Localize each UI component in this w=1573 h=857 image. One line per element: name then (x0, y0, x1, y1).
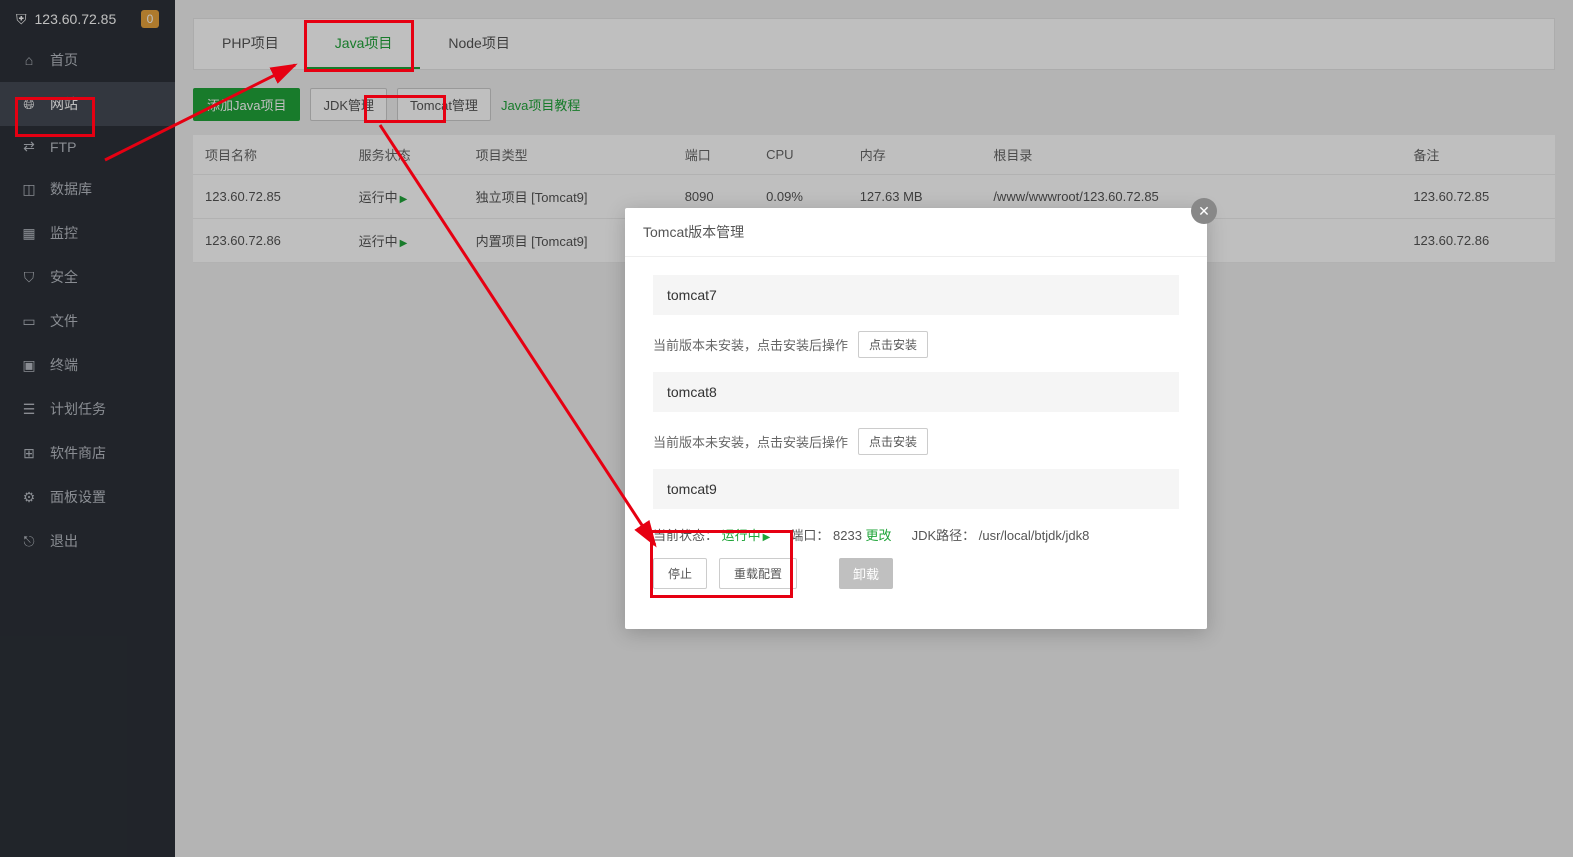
tomcat7-block: tomcat7 当前版本未安装，点击安装后操作 点击安装 (653, 275, 1179, 358)
version-title: tomcat9 (653, 469, 1179, 509)
modal-body: tomcat7 当前版本未安装，点击安装后操作 点击安装 tomcat8 当前版… (625, 257, 1207, 629)
reload-button[interactable]: 重载配置 (719, 558, 797, 589)
install-button[interactable]: 点击安装 (858, 331, 928, 358)
version-title: tomcat7 (653, 275, 1179, 315)
version-title: tomcat8 (653, 372, 1179, 412)
status-value: 运行中▶ (722, 528, 771, 543)
uninstall-button[interactable]: 卸载 (839, 558, 893, 589)
status-group: 当前状态： 运行中▶ (653, 525, 770, 544)
stop-button[interactable]: 停止 (653, 558, 707, 589)
port-group: 端口： 8233 更改 (790, 525, 891, 544)
jdk-group: JDK路径： /usr/local/btjdk/jdk8 (912, 525, 1090, 544)
modal-close-button[interactable]: ✕ (1191, 198, 1217, 224)
install-button[interactable]: 点击安装 (858, 428, 928, 455)
change-port-link[interactable]: 更改 (866, 528, 892, 543)
close-icon: ✕ (1198, 203, 1210, 220)
tomcat9-block: tomcat9 当前状态： 运行中▶ 端口： 8233 更改 JDK路径： /u… (653, 469, 1179, 589)
install-msg: 当前版本未安装，点击安装后操作 (653, 335, 848, 354)
install-msg: 当前版本未安装，点击安装后操作 (653, 432, 848, 451)
modal-title: Tomcat版本管理 (625, 208, 1207, 257)
play-icon: ▶ (763, 532, 771, 543)
tomcat-modal: ✕ Tomcat版本管理 tomcat7 当前版本未安装，点击安装后操作 点击安… (625, 208, 1207, 629)
tomcat8-block: tomcat8 当前版本未安装，点击安装后操作 点击安装 (653, 372, 1179, 455)
